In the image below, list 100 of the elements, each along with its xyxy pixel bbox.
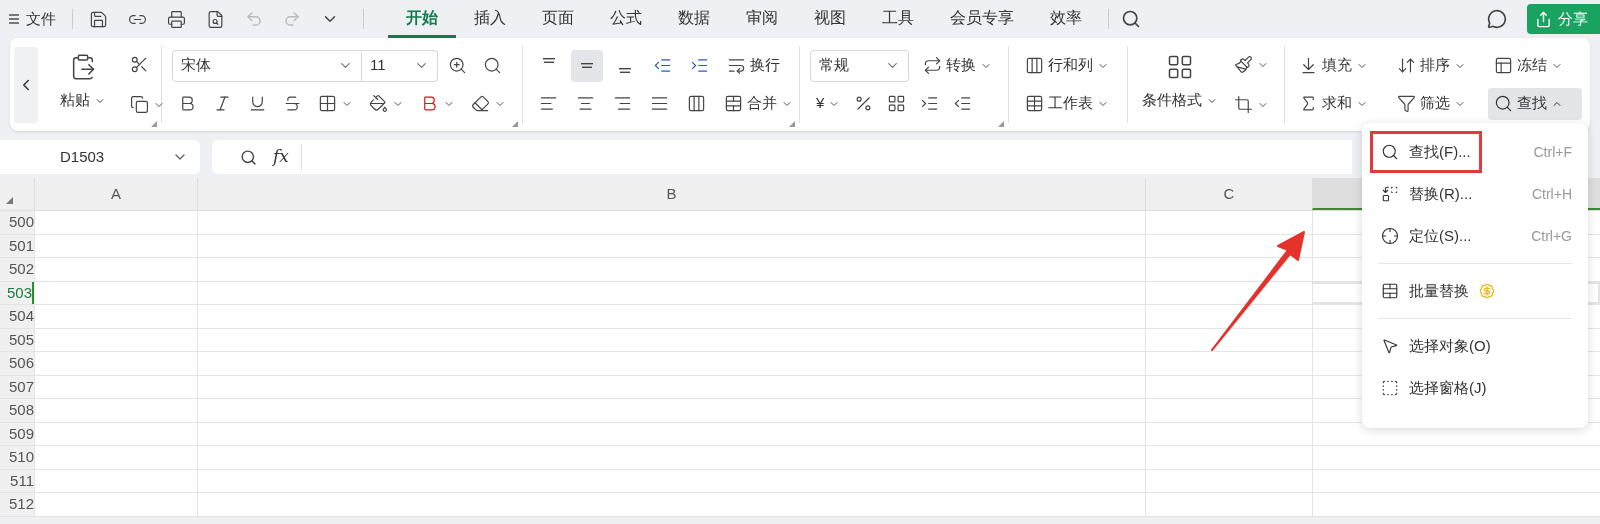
menu-item[interactable]: 批量替换: [1370, 270, 1506, 312]
find-icon: [1381, 143, 1399, 161]
shortcut-text: Ctrl+F: [1533, 142, 1573, 162]
row-header[interactable]: 501: [0, 234, 34, 257]
distribute-icon: [687, 94, 706, 113]
ribbon-tab[interactable]: 公式: [592, 0, 660, 38]
row-header[interactable]: 503: [0, 281, 34, 304]
selection-pane-icon: [1381, 379, 1399, 397]
cut-icon: [130, 55, 149, 74]
wrap-text-button[interactable]: 换行: [721, 49, 786, 82]
ribbon-tab[interactable]: 效率: [1032, 0, 1100, 38]
row-header[interactable]: 509: [0, 422, 34, 445]
dialog-launcher-icon[interactable]: [151, 121, 157, 127]
convert-button[interactable]: 转换: [917, 49, 998, 82]
align-left-icon: [539, 94, 558, 113]
print-icon: [167, 9, 186, 29]
crop-icon: [1234, 95, 1253, 114]
convert-icon: [923, 56, 942, 75]
batch-icon: [1381, 282, 1399, 300]
align-right-icon: [613, 94, 632, 113]
row-header[interactable]: 502: [0, 258, 34, 281]
dialog-launcher-icon[interactable]: [789, 121, 795, 127]
redo-icon: [283, 10, 301, 28]
vertical-align-icon: [581, 63, 593, 68]
sort-icon: [1396, 56, 1416, 75]
freeze-icon: [1494, 56, 1514, 75]
row-header[interactable]: 504: [0, 305, 34, 328]
menu-item[interactable]: 定位(S)...: [1370, 215, 1483, 257]
ribbon-tab[interactable]: 工具: [864, 0, 932, 38]
row-header[interactable]: 511: [0, 469, 34, 492]
name-box[interactable]: D1503: [0, 140, 200, 174]
column-header[interactable]: A: [34, 178, 197, 210]
row-header[interactable]: 505: [0, 328, 34, 351]
conditional-format-button[interactable]: 条件格式: [1136, 84, 1224, 117]
merge-button[interactable]: 合并: [718, 87, 799, 120]
shortcut-text: Ctrl+H: [1531, 184, 1573, 204]
row-header[interactable]: 506: [0, 352, 34, 375]
premium-badge-icon: [1479, 283, 1495, 299]
borders-icon: [318, 94, 337, 113]
dialog-launcher-icon[interactable]: [998, 121, 1004, 127]
sort-button[interactable]: 排序: [1390, 49, 1485, 82]
freeze-button[interactable]: 冻结: [1488, 49, 1582, 82]
zoom-icon: [240, 148, 257, 166]
vertical-align-button[interactable]: [571, 49, 603, 82]
vertical-align-icon: [619, 68, 631, 73]
worksheet-icon: [1025, 94, 1044, 113]
fill-color-icon: [369, 94, 388, 113]
find-button[interactable]: 查找: [1488, 87, 1582, 120]
ribbon-tab[interactable]: 页面: [524, 0, 592, 38]
row-header[interactable]: 508: [0, 399, 34, 422]
dialog-launcher-icon[interactable]: [512, 121, 518, 127]
fill-button[interactable]: 填充: [1293, 49, 1387, 82]
menu-item[interactable]: 替换(R)...: [1370, 173, 1484, 215]
cell-style-icon: [1234, 55, 1253, 74]
ribbon-tab[interactable]: 审阅: [728, 0, 796, 38]
file-menu[interactable]: 文件: [4, 7, 60, 31]
undo-icon: [245, 10, 263, 28]
align-center-icon: [576, 94, 595, 113]
ribbon-tab[interactable]: 插入: [456, 0, 524, 38]
ribbon-tab[interactable]: 数据: [660, 0, 728, 38]
row-header[interactable]: 510: [0, 446, 34, 469]
paste-button[interactable]: 粘贴: [54, 84, 112, 117]
select-object-icon: [1381, 337, 1399, 355]
font-size-field[interactable]: 11: [362, 49, 438, 82]
vertical-align-icon: [543, 58, 555, 63]
menu-item[interactable]: 选择窗格(J): [1370, 367, 1498, 409]
column-header[interactable]: B: [197, 178, 1145, 210]
fx-label: fx: [273, 144, 302, 170]
rows-columns-button[interactable]: 行和列: [1019, 49, 1117, 82]
font-field[interactable]: 宋体: [172, 49, 362, 82]
currency-button[interactable]: ¥: [810, 87, 847, 120]
search-icon: [1121, 9, 1141, 29]
row-header[interactable]: 500: [0, 211, 34, 234]
clear-icon: [471, 94, 490, 113]
italic-icon: [213, 94, 232, 113]
share-icon: [1535, 10, 1552, 28]
chat-bubble-icon: [1487, 9, 1507, 29]
underline-icon: [248, 94, 267, 113]
filter-button[interactable]: 筛选: [1390, 87, 1485, 120]
sum-button[interactable]: 求和: [1293, 87, 1387, 120]
row-header[interactable]: 512: [0, 493, 34, 516]
goto-icon: [1381, 227, 1399, 245]
row-header[interactable]: 507: [0, 375, 34, 398]
replace-icon: [1381, 185, 1399, 203]
decrease-indent-icon: [653, 56, 672, 75]
strikethrough-icon: [283, 94, 302, 113]
worksheet-button[interactable]: 工作表: [1019, 87, 1117, 120]
ribbon-tab[interactable]: 视图: [796, 0, 864, 38]
formula-field[interactable]: fx: [212, 140, 1352, 174]
menu-item[interactable]: 选择对象(O): [1370, 325, 1502, 367]
format-painter-icon: [130, 95, 149, 114]
merge-icon: [724, 94, 743, 113]
print-preview-icon: [206, 9, 225, 29]
select-all-icon[interactable]: [6, 197, 13, 204]
ribbon-tab[interactable]: 会员专享: [932, 0, 1032, 38]
increase-indent-icon: [690, 56, 709, 75]
number-format-field[interactable]: 常规: [810, 49, 909, 82]
menu-item[interactable]: 查找(F)...: [1370, 131, 1482, 173]
search-icon: [1494, 94, 1514, 113]
wrap-text-icon: [727, 56, 746, 75]
